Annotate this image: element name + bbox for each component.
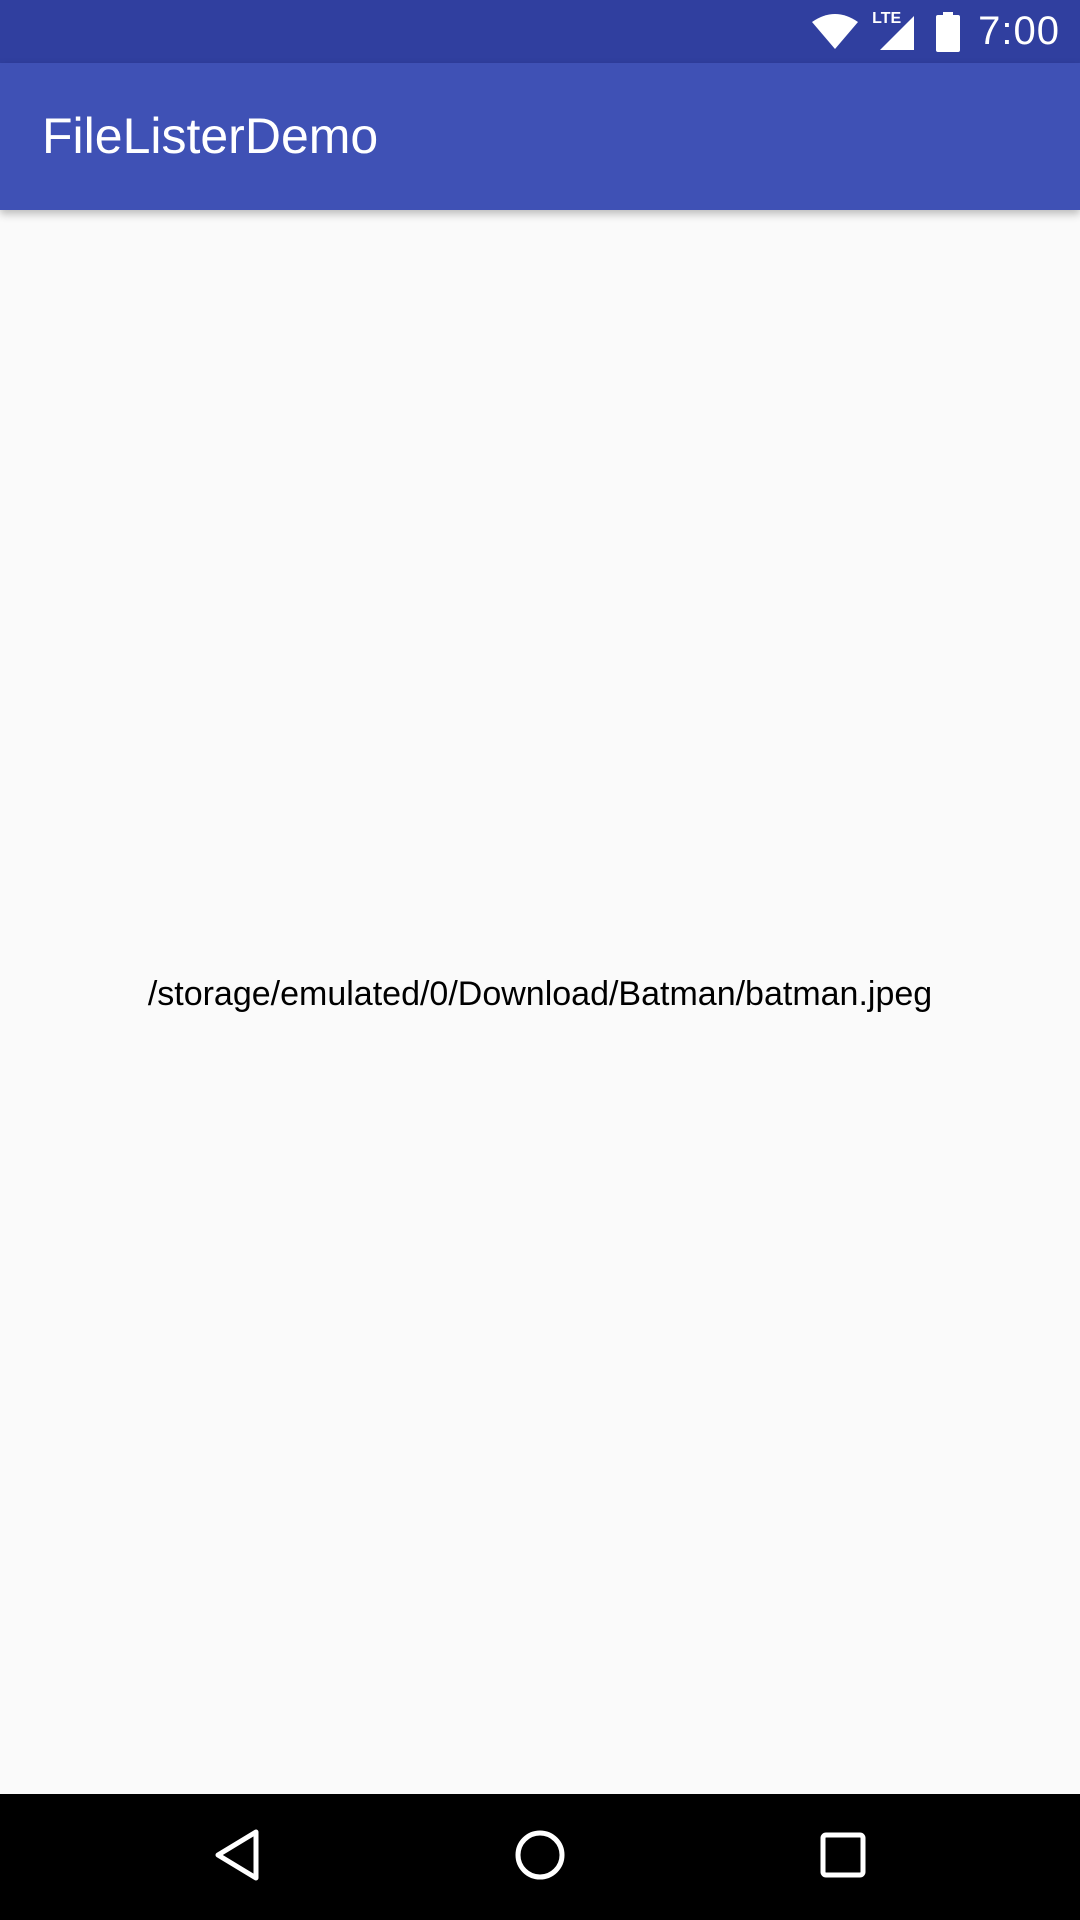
battery-icon [936, 11, 961, 52]
home-icon [513, 1828, 567, 1887]
home-button[interactable] [460, 1794, 620, 1920]
app-bar: FileListerDemo [0, 63, 1080, 210]
cellular-signal-icon: LTE [872, 10, 918, 52]
recents-icon [819, 1831, 867, 1884]
back-icon [212, 1828, 262, 1887]
back-button[interactable] [157, 1794, 317, 1920]
status-clock: 7:00 [978, 9, 1060, 53]
network-type-label: LTE [872, 9, 902, 27]
app-title: FileListerDemo [42, 108, 379, 164]
status-icons: LTE 7:00 [812, 0, 1060, 63]
wifi-icon [812, 13, 859, 50]
main-content: /storage/emulated/0/Download/Batman/batm… [0, 210, 1080, 1794]
navigation-bar [0, 1794, 1080, 1920]
status-bar: LTE 7:00 [0, 0, 1080, 63]
file-path-text: /storage/emulated/0/Download/Batman/batm… [147, 975, 933, 1013]
recents-button[interactable] [763, 1794, 923, 1920]
screen: LTE 7:00 FileListerDemo /storage/emulate… [0, 0, 1080, 1920]
